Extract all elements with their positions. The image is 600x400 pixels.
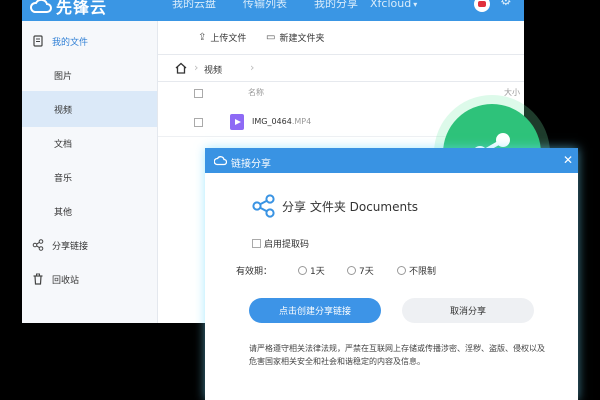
home-icon[interactable]: [174, 61, 188, 75]
radio-label: 7天: [359, 267, 374, 277]
create-share-link-button[interactable]: 点击创建分享链接: [249, 298, 381, 323]
new-folder-label: 新建文件夹: [279, 34, 325, 44]
new-folder-button[interactable]: ▭ 新建文件夹: [266, 31, 324, 44]
sidebar-item-label: 文档: [54, 139, 73, 150]
sidebar-item-label: 回收站: [52, 275, 80, 286]
file-extension: .MP4: [291, 117, 312, 126]
upload-icon: ⇪: [198, 32, 207, 43]
nav-my-cloud[interactable]: 我的云盘: [172, 0, 216, 14]
cloud-logo-icon: [29, 0, 52, 14]
share-icon: [32, 239, 44, 251]
sidebar-item-other[interactable]: 其他: [22, 193, 157, 229]
breadcrumb-current[interactable]: 视频: [204, 63, 222, 76]
validity-option-7-days[interactable]: 7天: [347, 264, 374, 277]
logo[interactable]: 先锋云: [29, 0, 108, 18]
file-name[interactable]: IMG_0464.MP4: [252, 117, 311, 126]
top-bar: 先锋云 我的云盘 传输列表 我的分享 Xfcloud ▾ ⚙: [22, 0, 524, 21]
cloud-logo-icon: [213, 155, 228, 166]
sidebar-item-label: 我的文件: [52, 37, 89, 48]
sidebar: 我的文件 图片 视频 文档 音乐 其他 分享链接 回收站: [22, 21, 158, 323]
share-icon: [252, 194, 275, 218]
upload-label: 上传文件: [210, 34, 247, 44]
file-icon: [32, 35, 44, 47]
validity-option-1-day[interactable]: 1天: [298, 264, 325, 277]
share-dialog: 链接分享 ✕ 分享 文件夹 Documents 启用提取码 有效期： 1天 7天…: [205, 148, 578, 400]
radio-icon[interactable]: [397, 266, 406, 275]
avatar[interactable]: [474, 0, 490, 12]
nav-my-share[interactable]: 我的分享: [314, 0, 358, 14]
select-all-checkbox[interactable]: [194, 89, 203, 98]
upload-button[interactable]: ⇪ 上传文件: [198, 31, 246, 44]
folder-plus-icon: ▭: [266, 32, 276, 43]
radio-label: 不限制: [409, 267, 437, 277]
breadcrumb: › 视频 ›: [158, 55, 524, 82]
sidebar-item-recycle-bin[interactable]: 回收站: [22, 261, 157, 297]
radio-icon[interactable]: [298, 266, 307, 275]
username: Xfcloud: [370, 0, 412, 10]
row-checkbox[interactable]: [194, 118, 203, 127]
caret-down-icon: ▾: [413, 0, 418, 9]
sidebar-item-label: 视频: [54, 105, 73, 116]
dialog-title-bar: 链接分享 ✕: [205, 148, 578, 173]
legal-notice: 请严格遵守相关法律法规，严禁在互联网上存储或传播涉密、淫秽、盗版、侵权以及危害国…: [249, 344, 545, 366]
sidebar-item-my-files[interactable]: 我的文件: [22, 23, 157, 59]
extract-code-label: 启用提取码: [264, 240, 310, 250]
file-basename: IMG_0464: [252, 117, 292, 126]
sidebar-item-music[interactable]: 音乐: [22, 159, 157, 195]
cancel-share-button[interactable]: 取消分享: [402, 298, 534, 323]
sidebar-item-label: 其他: [54, 207, 73, 218]
close-icon[interactable]: ✕: [563, 153, 573, 167]
video-file-icon: [230, 114, 244, 130]
radio-icon[interactable]: [347, 266, 356, 275]
nav-user-menu[interactable]: Xfcloud ▾: [370, 0, 417, 14]
trash-icon: [32, 273, 44, 285]
sidebar-item-images[interactable]: 图片: [22, 57, 157, 93]
extract-code-option[interactable]: 启用提取码: [252, 237, 309, 250]
chevron-right-icon: ›: [194, 61, 199, 74]
validity-option-unlimited[interactable]: 不限制: [397, 264, 436, 277]
logo-text: 先锋云: [56, 0, 108, 17]
sidebar-item-videos[interactable]: 视频: [22, 91, 157, 127]
share-target: 分享 文件夹 Documents: [252, 194, 418, 218]
sidebar-item-label: 图片: [54, 71, 73, 82]
validity-label: 有效期：: [236, 267, 273, 277]
sidebar-item-label: 分享链接: [52, 241, 89, 252]
radio-label: 1天: [310, 267, 325, 277]
share-target-label: 分享 文件夹 Documents: [282, 199, 419, 214]
column-name[interactable]: 名称: [248, 87, 264, 98]
sidebar-item-share-links[interactable]: 分享链接: [22, 227, 157, 263]
sidebar-item-documents[interactable]: 文档: [22, 125, 157, 161]
gear-icon[interactable]: ⚙: [500, 0, 512, 9]
chevron-right-icon: ›: [250, 61, 255, 74]
extract-code-checkbox[interactable]: [252, 239, 261, 248]
nav-transfer-list[interactable]: 传输列表: [243, 0, 287, 14]
toolbar: ⇪ 上传文件 ▭ 新建文件夹: [158, 21, 524, 55]
dialog-title: 链接分享: [231, 159, 271, 170]
sidebar-item-label: 音乐: [54, 173, 73, 184]
